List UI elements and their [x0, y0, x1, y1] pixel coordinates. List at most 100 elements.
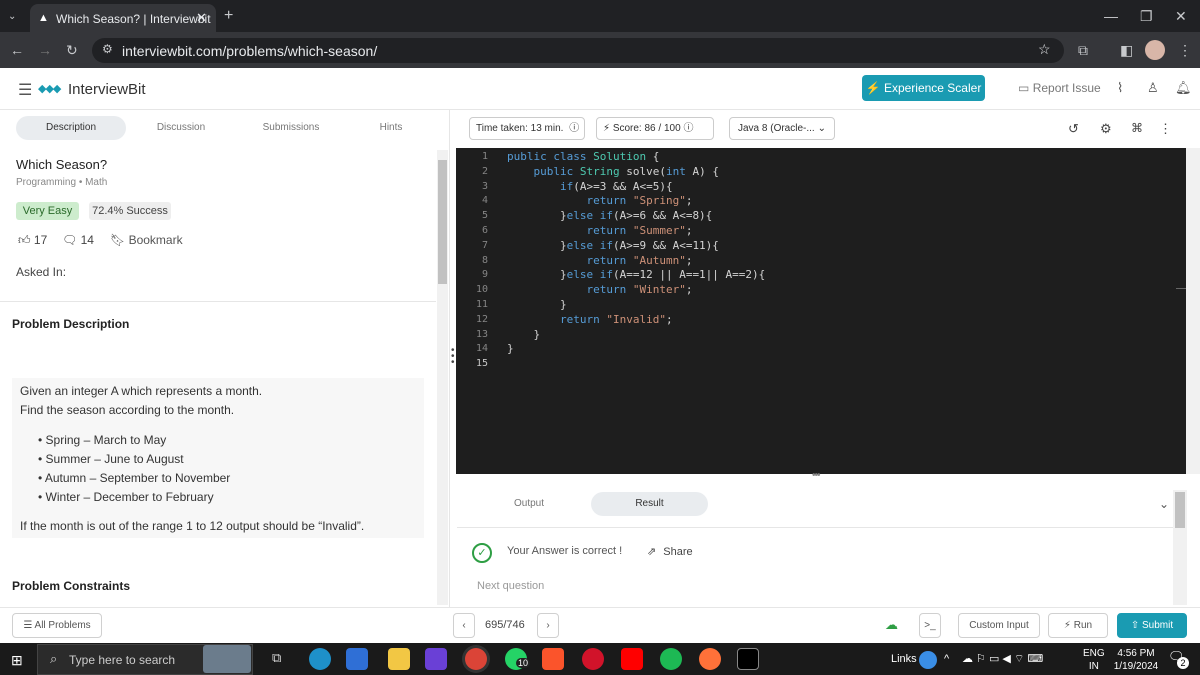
difficulty-badge: Very Easy [16, 202, 79, 220]
activity-icon[interactable]: ⌇ [1117, 80, 1123, 96]
problem-category: Programming [16, 177, 77, 188]
like-button[interactable]: 👍︎ 17 [18, 233, 47, 248]
invalid-note: If the month is out of the range 1 to 12… [20, 519, 365, 533]
all-problems-button[interactable]: ☰ All Problems [12, 613, 102, 638]
whatsapp-badge: 10 [516, 658, 531, 668]
intellij-icon[interactable] [737, 648, 759, 670]
next-problem-button[interactable]: › [537, 613, 559, 638]
app-icon[interactable] [425, 648, 447, 670]
language-select[interactable]: Java 8 (Oracle-... ⌄ [729, 117, 835, 140]
tab-close-icon[interactable]: ✕ [196, 10, 207, 26]
tab-result[interactable]: Result [591, 492, 708, 516]
opera-icon[interactable] [582, 648, 604, 670]
clock-time: 4:56 PM [1117, 648, 1155, 659]
links-toolbar-label[interactable]: Links [891, 653, 917, 665]
brave-browser-icon[interactable] [542, 648, 564, 670]
close-window-icon[interactable]: ✕ [1175, 8, 1187, 24]
report-issue-link[interactable]: ▭ Report Issue [1018, 81, 1101, 95]
notification-count-badge: 2 [1177, 657, 1189, 669]
info-icon[interactable]: ⓘ [569, 123, 579, 134]
run-button[interactable]: ⚡︎ Run [1048, 613, 1108, 638]
bookmark-star-icon[interactable]: ☆ [1038, 41, 1051, 58]
line-number: 3 [481, 181, 488, 192]
tab-discussion[interactable]: Discussion [136, 116, 226, 140]
tab-hints[interactable]: Hints [356, 116, 426, 140]
restore-icon[interactable]: ❐ [1140, 8, 1153, 24]
edge-browser-icon[interactable] [309, 648, 331, 670]
notifications-bell-icon[interactable]: 🔔︎ [1175, 80, 1192, 96]
help-icon[interactable] [919, 651, 937, 669]
clock[interactable]: 4:56 PM 1/19/2024 [1111, 647, 1161, 673]
show-hidden-icons-icon[interactable]: ^ [944, 653, 949, 665]
mail-icon[interactable] [346, 648, 368, 670]
windows-start-icon[interactable]: ⊞ [11, 652, 23, 669]
clock-date: 1/19/2024 [1113, 661, 1159, 672]
custom-input-button[interactable]: Custom Input [958, 613, 1040, 638]
firefox-icon[interactable] [699, 648, 721, 670]
code-line: } [507, 342, 514, 355]
chrome-taskbar-icon[interactable] [465, 648, 487, 670]
reset-code-icon[interactable]: ↺ [1068, 121, 1079, 137]
info-icon[interactable]: ⓘ [683, 123, 693, 134]
forward-icon[interactable]: → [38, 42, 52, 58]
hamburger-menu-icon[interactable]: ☰ [18, 80, 32, 100]
resize-handle-icon[interactable]: • • • [451, 346, 455, 368]
line-number: 5 [481, 210, 488, 221]
spotify-icon[interactable] [660, 648, 682, 670]
file-explorer-icon[interactable] [388, 648, 410, 670]
lightning-icon: ⚡︎ [1063, 620, 1071, 631]
site-logo-text[interactable]: InterviewBit [68, 81, 146, 98]
prev-problem-button[interactable]: ‹ [453, 613, 475, 638]
tab-description[interactable]: Description [16, 116, 126, 140]
settings-icon[interactable]: ⚙ [1100, 121, 1112, 137]
output-scrollbar-thumb[interactable] [1175, 492, 1185, 528]
minimize-icon[interactable]: — [1104, 8, 1118, 24]
code-line: return "Summer"; [586, 224, 693, 237]
new-tab-icon[interactable]: + [224, 8, 233, 24]
console-toggle-button[interactable]: >_ [919, 613, 941, 638]
language-indicator[interactable]: ENG IN [1083, 647, 1105, 673]
problem-topic: Math [85, 177, 108, 188]
season-list-item: • Spring – March to May [38, 433, 167, 447]
comment-count: 14 [80, 233, 94, 247]
code-line: }else if(A>=9 && A<=11){ [507, 239, 719, 252]
interviewbit-favicon-icon: ▲ [38, 12, 49, 24]
site-info-icon[interactable]: ⚙ [102, 42, 113, 56]
next-question-link[interactable]: Next question [477, 580, 544, 592]
code-line: return "Winter"; [586, 283, 693, 296]
back-icon[interactable]: ← [10, 42, 24, 58]
task-view-icon[interactable]: ⧉ [272, 650, 281, 666]
submit-button[interactable]: ⇧ Submit [1117, 613, 1187, 638]
comments-button[interactable]: 🗨︎ 14 [62, 233, 94, 247]
left-scrollbar-thumb[interactable] [438, 160, 447, 284]
side-panel-icon[interactable]: ◧ [1120, 42, 1133, 58]
extensions-icon[interactable]: ⧉ [1078, 42, 1088, 58]
check-circle-icon: ✓ [472, 543, 492, 563]
share-label: Share [663, 546, 693, 558]
reload-icon[interactable]: ↻ [66, 42, 78, 58]
season-text: Winter – December to February [45, 490, 214, 504]
more-options-icon[interactable]: ⋮ [1159, 121, 1172, 137]
browser-tab[interactable]: ▲ Which Season? | Interviewbit ✕ [30, 4, 216, 32]
shortcuts-icon[interactable]: ⌘ [1131, 121, 1143, 135]
vertical-resize-handle-icon[interactable]: ••• [812, 470, 820, 481]
share-button[interactable]: ⇗ Share [647, 545, 693, 558]
tab-search-icon[interactable]: ⌄ [8, 9, 16, 25]
bookmark-button[interactable]: 🔖︎ Bookmark [110, 233, 183, 247]
experience-scaler-button[interactable]: ⚡ Experience Scaler [862, 75, 985, 101]
chrome-menu-icon[interactable]: ⋮ [1178, 42, 1192, 58]
url-bar[interactable]: ⚙ interviewbit.com/problems/which-season… [92, 38, 1064, 63]
user-icon[interactable]: ♙ [1147, 80, 1159, 96]
tab-output[interactable]: Output [484, 492, 574, 516]
collapse-chevron-icon[interactable]: ⌄ [1159, 497, 1169, 511]
profile-avatar[interactable] [1145, 40, 1165, 60]
youtube-icon[interactable] [621, 648, 643, 670]
editor-scrollbar[interactable] [1186, 148, 1200, 474]
problem-title: Which Season? [16, 157, 108, 172]
score-label: Score: 86 [612, 123, 656, 134]
tab-submissions[interactable]: Submissions [246, 116, 336, 140]
time-taken-chip: Time taken: 13 min. ⓘ [469, 117, 585, 140]
search-icon: ⌕ [50, 651, 58, 666]
system-tray-icons[interactable]: ☁ ⚐ ▭ ◀︎ ⌔ ⌨ [962, 652, 1043, 666]
url-text: interviewbit.com/problems/which-season/ [122, 43, 378, 59]
